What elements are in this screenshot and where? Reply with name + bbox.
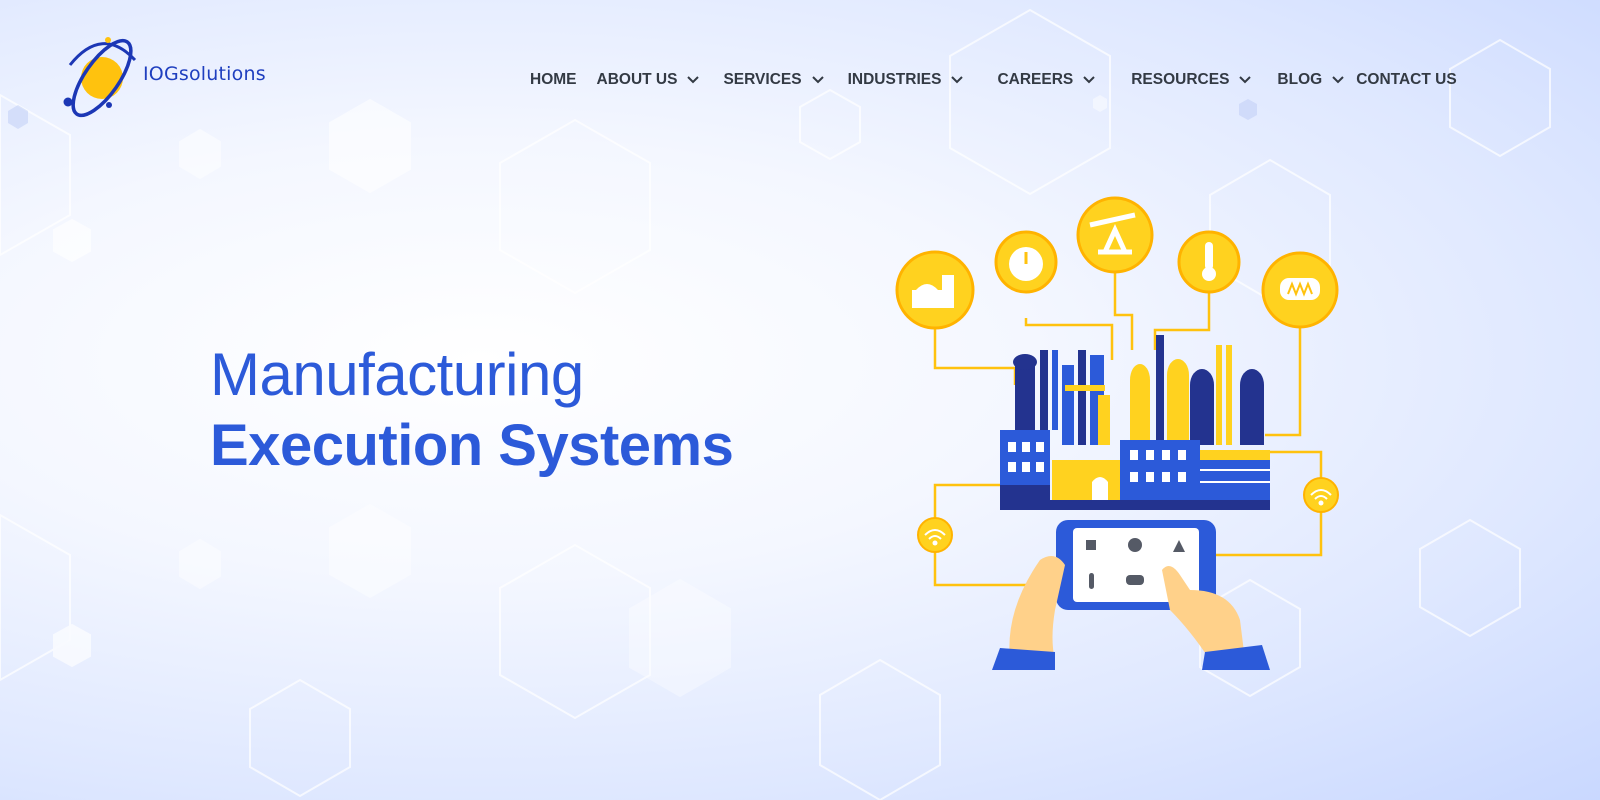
nav-item-label: CONTACT US (1356, 71, 1457, 88)
nav-item-label: RESOURCES (1131, 71, 1230, 88)
pipeline-icon (1261, 251, 1339, 329)
chevron-down-icon (1239, 76, 1252, 84)
nav-item-label: CAREERS (997, 71, 1074, 88)
hero-title-line2: Execution Systems (210, 413, 734, 478)
hero-title-line1: Manufacturing (210, 341, 584, 408)
chevron-down-icon (811, 76, 824, 84)
nav-item-label: ABOUT US (596, 71, 678, 88)
nav-item-label: INDUSTRIES (847, 71, 942, 88)
chevron-down-icon (1083, 76, 1095, 84)
storage-tank-icon (895, 250, 975, 330)
nav-item-services[interactable]: SERVICES (723, 68, 824, 92)
nav-item-label: BLOG (1277, 71, 1323, 88)
gauge-icon (994, 230, 1058, 294)
hero-heading: Manufacturing Execution Systems (210, 340, 734, 482)
wifi-icon (917, 517, 953, 553)
nav-item-contact-us[interactable]: CONTACT US (1356, 68, 1456, 92)
chevron-down-icon (951, 76, 964, 84)
nav-item-home[interactable]: HOME (530, 68, 577, 92)
nav-item-about-us[interactable]: ABOUT US (597, 68, 700, 92)
nav-item-careers[interactable]: CAREERS (997, 68, 1095, 92)
factory-icon (1000, 335, 1270, 510)
atom-logo-icon (63, 37, 137, 118)
oil-pump-icon (1076, 196, 1154, 274)
site-header: IOGsolutions HOME ABOUT US SERVICES INDU… (0, 0, 1600, 140)
thermometer-icon (1177, 230, 1241, 294)
nav-item-industries[interactable]: INDUSTRIES (848, 68, 964, 92)
brand-name[interactable]: IOGsolutions (143, 63, 266, 85)
chevron-down-icon (1332, 76, 1344, 84)
nav-item-resources[interactable]: RESOURCES (1131, 68, 1252, 92)
nav-item-label: HOME (530, 71, 577, 88)
nav-item-label: SERVICES (723, 71, 802, 88)
main-nav: HOME ABOUT US SERVICES INDUSTRIES CAREER… (530, 68, 1457, 92)
nav-item-blog[interactable]: BLOG (1277, 68, 1344, 92)
chevron-down-icon (687, 76, 700, 84)
wifi-icon (1303, 477, 1339, 513)
mes-illustration (895, 196, 1339, 670)
